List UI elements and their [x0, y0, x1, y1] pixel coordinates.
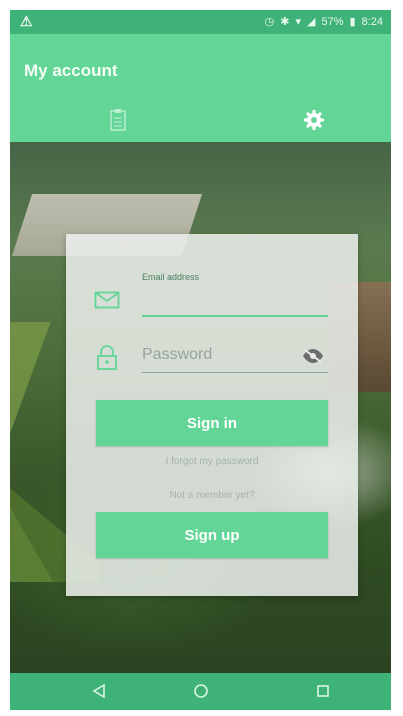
battery-icon: ▮ — [349, 16, 356, 28]
password-underline — [142, 372, 328, 373]
sign-up-button[interactable]: Sign up — [96, 512, 328, 558]
clock: 8:24 — [361, 15, 383, 28]
tab-clipboard[interactable] — [98, 102, 138, 138]
email-label: Email address — [142, 272, 200, 282]
signal-icon: ◢ — [307, 16, 316, 28]
alarm-icon: ◷ — [264, 16, 275, 28]
app-screen: ⚠ ◷ ✱ ▾ ◢ 57% ▮ 8:24 My account Email ad… — [10, 10, 391, 710]
password-field[interactable]: Password — [66, 332, 358, 392]
tab-settings[interactable] — [294, 102, 334, 138]
app-bar: My account — [10, 34, 391, 142]
status-bar: ⚠ ◷ ✱ ▾ ◢ 57% ▮ 8:24 — [10, 10, 391, 34]
battery-percent: 57% — [321, 15, 344, 28]
not-a-member-text: Not a member yet? — [169, 490, 255, 501]
forgot-password-link[interactable]: I forgot my password — [66, 456, 358, 467]
home-icon[interactable] — [188, 680, 214, 702]
background-photo: Email address Password Sign in I forgot … — [10, 142, 391, 673]
lock-icon — [92, 344, 122, 372]
login-card: Email address Password Sign in I forgot … — [66, 234, 358, 596]
status-right: ◷ ✱ ▾ ◢ 57% ▮ 8:24 — [264, 15, 383, 29]
email-field[interactable]: Email address — [66, 262, 358, 322]
wifi-icon: ▾ — [295, 16, 302, 28]
password-placeholder: Password — [142, 346, 213, 363]
sign-in-button[interactable]: Sign in — [96, 400, 328, 446]
back-icon[interactable] — [86, 680, 112, 702]
email-underline — [142, 315, 328, 317]
warning-triangle-icon: ⚠ — [20, 13, 33, 29]
mail-icon — [92, 286, 122, 314]
recent-apps-icon[interactable] — [310, 680, 336, 702]
page-title: My account — [24, 61, 118, 80]
bluetooth-icon: ✱ — [280, 16, 290, 28]
system-nav-bar — [10, 673, 391, 710]
gear-icon — [302, 108, 326, 132]
visibility-off-icon[interactable] — [302, 348, 324, 364]
clipboard-icon — [109, 108, 127, 132]
